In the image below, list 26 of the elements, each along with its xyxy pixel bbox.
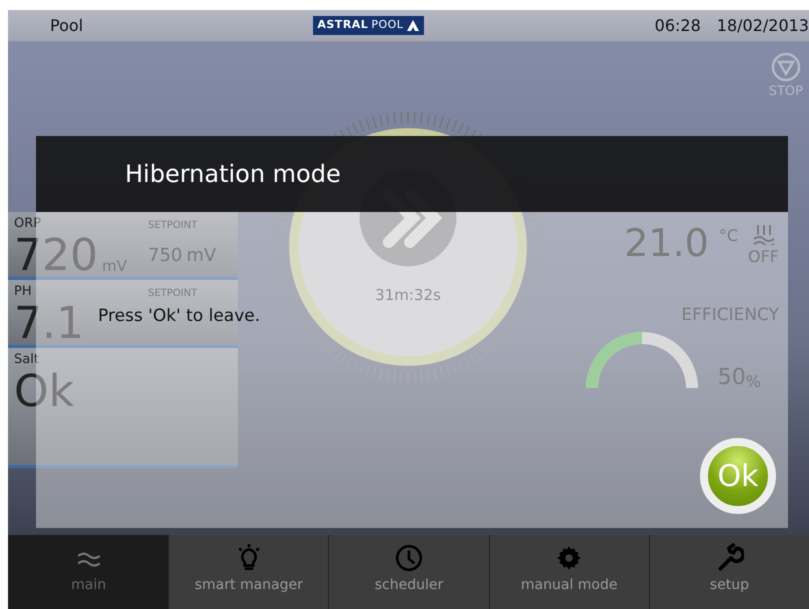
reading-value: Ok: [14, 370, 74, 414]
setpoint-value: 750: [148, 244, 182, 268]
timer-text: 31m:32s: [375, 285, 441, 306]
clock-time: 06:28: [654, 14, 701, 36]
temperature-unit: °C: [718, 224, 738, 246]
clock-icon: [394, 543, 424, 573]
reading-label: PH: [14, 283, 32, 301]
efficiency-label: EFFICIENCY: [681, 304, 779, 326]
unit-text: %: [746, 371, 761, 393]
reading-label: ORP: [14, 215, 42, 233]
reading-value: 7.1: [14, 302, 84, 346]
brand-logo: ASTRAL POOL: [313, 16, 424, 35]
heater-icon: [752, 224, 774, 244]
setpoint-label: SETPOINT: [148, 287, 198, 301]
reading-label: Salt: [14, 351, 39, 369]
dialog-message: Press 'Ok' to leave.: [98, 306, 260, 326]
unit-text: mV: [186, 244, 216, 268]
reading-value: 720: [14, 234, 98, 278]
temperature-value: 21.0: [624, 224, 709, 262]
date-text: 18/02/2013: [716, 14, 809, 36]
stop-icon: [770, 52, 801, 82]
dialog-title: Hibernation mode: [36, 136, 788, 212]
screen-title: Pool: [50, 14, 84, 36]
nav-tab[interactable]: main: [8, 535, 168, 609]
heater-state: OFF: [748, 246, 779, 268]
setpoint-label: SETPOINT: [148, 219, 198, 233]
